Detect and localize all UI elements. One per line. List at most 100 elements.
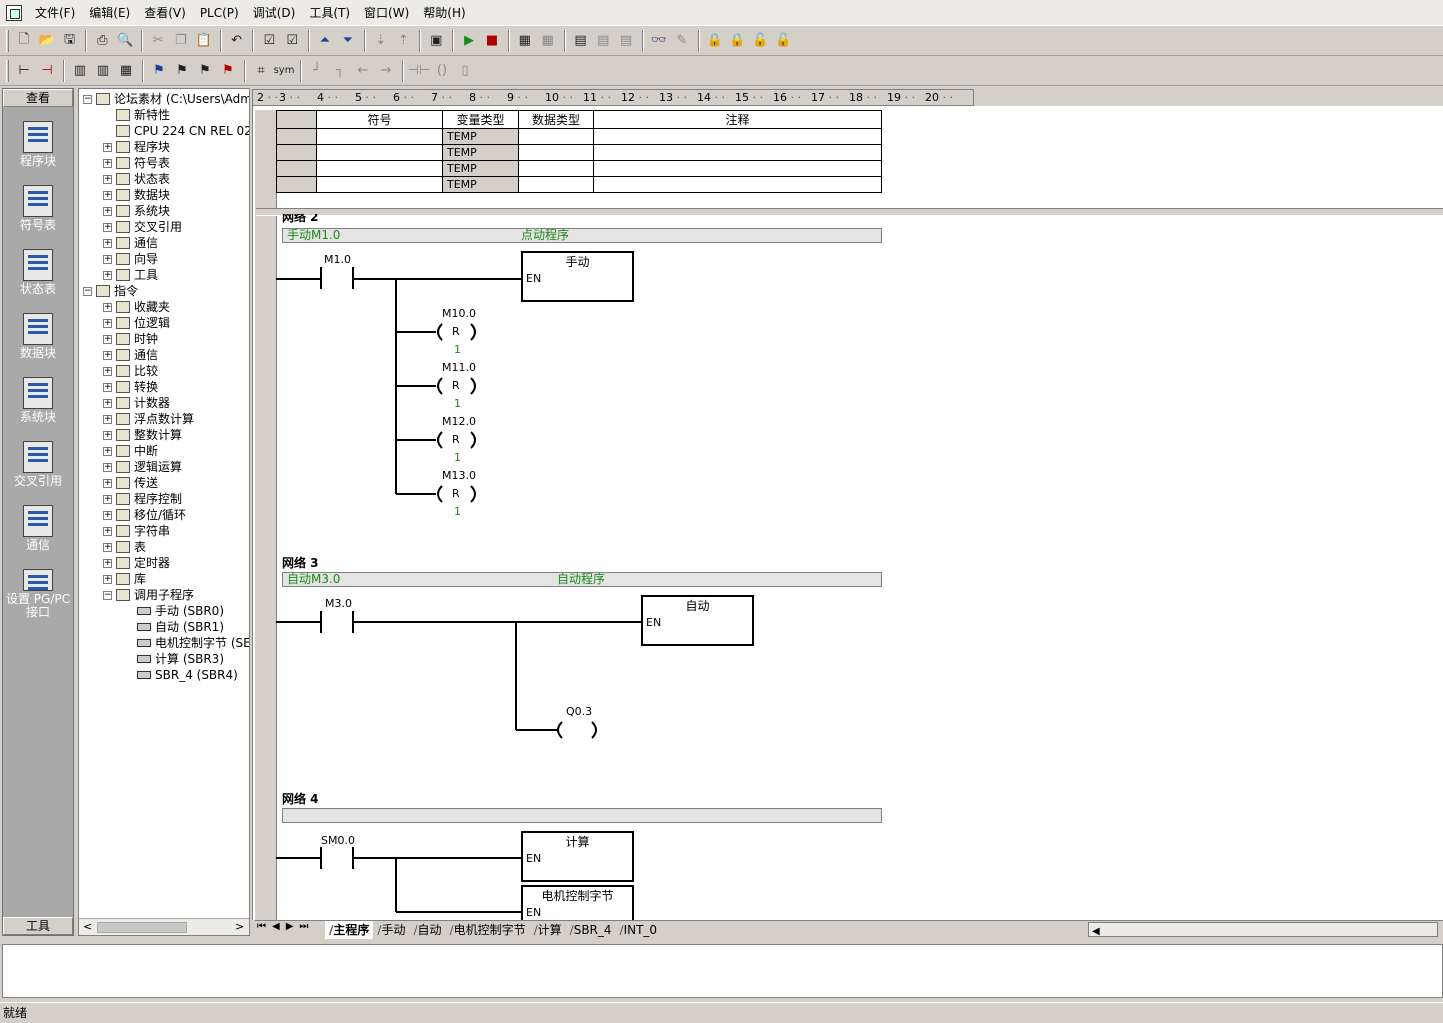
- expand-icon[interactable]: +: [103, 430, 112, 440]
- tree-item[interactable]: CPU 224 CN REL 02.: [103, 123, 249, 139]
- nav-item-status-chart[interactable]: 状态表: [3, 237, 73, 299]
- menu-item[interactable]: 调试(D): [246, 0, 303, 26]
- fbd-view-icon[interactable]: ▥: [92, 60, 114, 82]
- line-left-icon[interactable]: ←: [352, 60, 374, 82]
- tree-item[interactable]: + 定时器: [103, 555, 170, 571]
- expand-icon[interactable]: +: [103, 334, 112, 344]
- nav-item-system-block[interactable]: 系统块: [3, 365, 73, 427]
- sort-desc-icon[interactable]: ⇡: [393, 30, 415, 52]
- network-4-title[interactable]: 网络 4: [282, 790, 319, 807]
- tree-item[interactable]: + 状态表: [103, 171, 170, 187]
- expand-icon[interactable]: +: [103, 190, 112, 200]
- menu-item[interactable]: 编辑(E): [82, 0, 137, 26]
- contact-m3-0-label[interactable]: M3.0: [325, 597, 352, 610]
- expand-icon[interactable]: +: [103, 414, 112, 424]
- tree-item[interactable]: + 时钟: [103, 331, 158, 347]
- tab-program[interactable]: ∕手动: [373, 921, 409, 939]
- glasses-icon[interactable]: 👓: [648, 30, 670, 52]
- copy-icon[interactable]: ❐: [170, 30, 192, 52]
- ladder-view-icon[interactable]: ▥: [69, 60, 91, 82]
- sbr-box-auto[interactable]: 自动 EN: [641, 595, 754, 646]
- coil-label[interactable]: M13.0: [442, 469, 476, 482]
- tree-item[interactable]: + 收藏夹: [103, 299, 170, 315]
- paste-icon[interactable]: 📋: [193, 30, 215, 52]
- tree-item[interactable]: + 字符串: [103, 523, 170, 539]
- tree-item[interactable]: + 逻辑运算: [103, 459, 182, 475]
- nav-item-communications[interactable]: 通信: [3, 493, 73, 555]
- tree-subroutine[interactable]: SBR_4 (SBR4): [137, 667, 238, 683]
- monitor-icon[interactable]: ▦: [514, 30, 536, 52]
- expand-icon[interactable]: +: [103, 174, 112, 184]
- tab-program[interactable]: ∕计算: [530, 921, 566, 939]
- menu-item[interactable]: 文件(F): [28, 0, 82, 26]
- expand-icon[interactable]: +: [103, 478, 112, 488]
- expand-icon[interactable]: +: [103, 142, 112, 152]
- line-down-icon[interactable]: ┘: [306, 60, 328, 82]
- force-icon[interactable]: ✎: [671, 30, 693, 52]
- coil-q0-3-label[interactable]: Q0.3: [566, 705, 592, 718]
- tab-program[interactable]: ∕主程序: [325, 921, 374, 939]
- app-icon[interactable]: [6, 4, 22, 21]
- undo-icon[interactable]: ↶: [226, 30, 248, 52]
- expand-icon[interactable]: +: [103, 270, 112, 280]
- tree-item[interactable]: + 数据块: [103, 187, 170, 203]
- expand-icon[interactable]: +: [103, 238, 112, 248]
- network-2-comment[interactable]: 手动M1.0 点动程序: [282, 228, 882, 243]
- expand-icon[interactable]: +: [103, 382, 112, 392]
- output-window[interactable]: [2, 944, 1443, 998]
- expand-icon[interactable]: +: [103, 350, 112, 360]
- tree-item[interactable]: + 符号表: [103, 155, 170, 171]
- tree-item[interactable]: + 交叉引用: [103, 219, 182, 235]
- expand-icon[interactable]: +: [103, 542, 112, 552]
- tree-item[interactable]: + 中断: [103, 443, 158, 459]
- tree-item[interactable]: + 通信: [103, 347, 158, 363]
- expand-icon[interactable]: +: [103, 302, 112, 312]
- menu-item[interactable]: 查看(V): [137, 0, 193, 26]
- tab-program[interactable]: ∕电机控制字节: [446, 921, 530, 939]
- tree-subroutine[interactable]: 自动 (SBR1): [137, 619, 224, 635]
- editor-splitter[interactable]: [256, 208, 1443, 216]
- expand-icon[interactable]: +: [103, 366, 112, 376]
- stl-view-icon[interactable]: ▦: [115, 60, 137, 82]
- download-icon[interactable]: ⏷: [337, 30, 359, 52]
- menu-item[interactable]: 工具(T): [302, 0, 357, 26]
- menu-item[interactable]: PLC(P): [193, 0, 246, 26]
- nav-item-symbol-table[interactable]: 符号表: [3, 173, 73, 235]
- save-all-icon[interactable]: 🖫: [59, 30, 81, 52]
- tree-item[interactable]: + 库: [103, 571, 146, 587]
- unlock-icon[interactable]: 🔓: [749, 30, 771, 52]
- menu-item[interactable]: 窗口(W): [357, 0, 416, 26]
- nav-item-data-block[interactable]: 数据块: [3, 301, 73, 363]
- tree-item[interactable]: − 调用子程序: [103, 587, 194, 603]
- tree-item[interactable]: + 位逻辑: [103, 315, 170, 331]
- tab-nav-arrows[interactable]: ⏮◀▶⏭: [257, 921, 314, 932]
- expand-icon[interactable]: +: [103, 222, 112, 232]
- sym-icon[interactable]: sym: [273, 60, 295, 82]
- editor-horizontal-scrollbar[interactable]: ◀: [1088, 922, 1438, 937]
- network-2-title[interactable]: 网络 2: [282, 214, 319, 224]
- coil-label[interactable]: M11.0: [442, 361, 476, 374]
- nav-footer-tools[interactable]: 工具: [3, 917, 73, 935]
- network-3-comment[interactable]: 自动M3.0 自动程序: [282, 572, 882, 587]
- tree-item[interactable]: + 程序块: [103, 139, 170, 155]
- tree-subroutine[interactable]: 计算 (SBR3): [137, 651, 224, 667]
- tree-item[interactable]: 新特性: [103, 107, 170, 123]
- unlock-all-icon[interactable]: 🔓: [772, 30, 794, 52]
- tree-item[interactable]: + 表: [103, 539, 146, 555]
- contact-sm0-0-label[interactable]: SM0.0: [321, 834, 355, 847]
- expand-icon[interactable]: +: [103, 510, 112, 520]
- open-icon[interactable]: 📂: [36, 30, 58, 52]
- tree-horizontal-scrollbar[interactable]: < >: [79, 918, 249, 935]
- delete-network-icon[interactable]: ⊣: [36, 60, 58, 82]
- tree-item[interactable]: + 向导: [103, 251, 158, 267]
- collapse-icon[interactable]: −: [83, 286, 92, 296]
- trend-icon[interactable]: ▤: [570, 30, 592, 52]
- col-var-type[interactable]: 变量类型: [442, 110, 519, 129]
- col-comment[interactable]: 注释: [593, 110, 882, 129]
- clear-bookmarks-icon[interactable]: ⚑: [217, 60, 239, 82]
- tree-item[interactable]: + 浮点数计算: [103, 411, 194, 427]
- contact-icon[interactable]: ⊣⊢: [408, 60, 431, 82]
- insert-network-icon[interactable]: ⊢: [13, 60, 35, 82]
- table-write-icon[interactable]: ▤: [615, 30, 637, 52]
- next-bookmark-icon[interactable]: ⚑: [171, 60, 193, 82]
